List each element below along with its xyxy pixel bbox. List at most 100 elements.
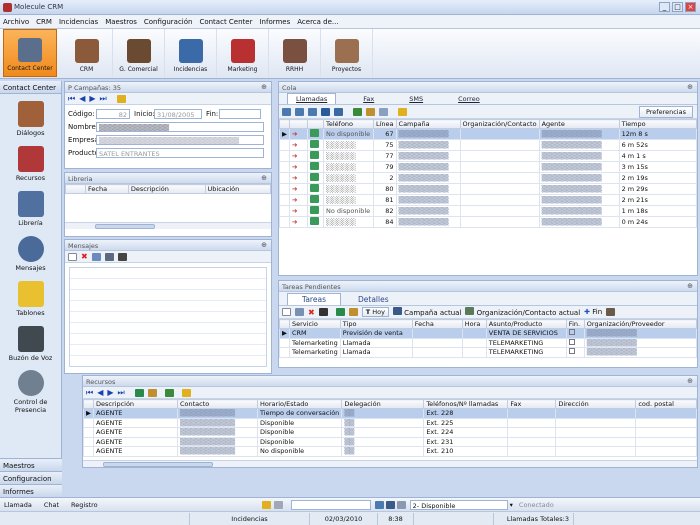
lock-icon[interactable] — [261, 500, 271, 509]
recurso-row[interactable]: AGENTE ▒▒▒▒▒▒▒▒▒▒▒ No disponible ▒▒ Ext.… — [83, 446, 697, 457]
col-direccion[interactable]: Dirección — [555, 399, 637, 409]
cola-row[interactable]: ➔ ░░░░░░ 75 ▒▒▒▒▒▒▒▒▒▒ ▒▒▒▒▒▒▒▒▒▒▒▒ 6 m … — [279, 139, 698, 151]
task-row[interactable]: ▶ CRM Previsión de venta VENTA DE SERVIC… — [279, 328, 698, 339]
nombre-field[interactable]: ▒▒▒▒▒▒▒▒▒▒▒▒▒▒ — [96, 121, 264, 132]
sidebar-footer-informes[interactable]: Informes — [0, 484, 62, 497]
minimize-button[interactable]: _ — [659, 2, 670, 12]
pin-icon[interactable]: ⊕ — [261, 241, 267, 249]
menu-acerca-de[interactable]: Acerca de... — [297, 18, 338, 26]
toolbar-marketing-button[interactable]: Marketing — [217, 29, 269, 77]
queue-icon-5[interactable] — [334, 107, 343, 116]
filter-icon[interactable] — [134, 388, 144, 397]
recurso-row[interactable]: AGENTE ▒▒▒▒▒▒▒▒▒▒▒ Disponible ▒▒ Ext. 22… — [83, 427, 697, 438]
key-icon[interactable] — [181, 388, 191, 397]
col-organizacion[interactable]: Organización/Contacto — [459, 119, 540, 129]
col-horario-estado[interactable]: Horario/Estado — [256, 399, 343, 409]
col-servicio[interactable]: Servicio — [289, 319, 341, 329]
col-cod-postal[interactable]: cod. postal — [635, 399, 697, 409]
menu-informes[interactable]: Informes — [259, 18, 290, 26]
dial-input[interactable] — [290, 499, 371, 510]
pin-icon[interactable]: ⊕ — [687, 282, 693, 290]
toolbar-incidencias-button[interactable]: Incidencias — [165, 29, 217, 77]
hoy-button[interactable]: T Hoy — [361, 307, 389, 317]
tab-tareas[interactable]: Tareas — [287, 293, 341, 305]
forward-icon[interactable] — [104, 252, 114, 261]
cola-row[interactable]: ➔ ░░░░░░ 80 ▒▒▒▒▒▒▒▒▒▒ ▒▒▒▒▒▒▒▒▒▒▒▒ 2 m … — [279, 183, 698, 195]
cola-row[interactable]: ➔ ░░░░░░ 77 ▒▒▒▒▒▒▒▒▒▒ ▒▒▒▒▒▒▒▒▒▒▒▒ 4 m … — [279, 150, 698, 162]
pin-icon[interactable]: ⊕ — [687, 83, 693, 91]
queue-icon-2[interactable] — [295, 107, 304, 116]
sidebar-footer-configuracion[interactable]: Configuracion — [0, 471, 62, 484]
task-row[interactable]: Telemarketing Llamada TELEMARKETING ▒▒▒▒… — [279, 347, 698, 358]
key-icon[interactable] — [116, 94, 126, 103]
prev-record-icon[interactable]: ◀ — [79, 94, 85, 103]
tab-fax[interactable]: Fax — [355, 94, 382, 104]
settings-icon[interactable] — [396, 500, 406, 509]
last-record-icon[interactable]: ⏭ — [100, 94, 107, 104]
fin-field[interactable] — [219, 108, 261, 119]
next-record-icon[interactable]: ▶ — [89, 94, 95, 103]
col-descripcion[interactable]: Descripción — [127, 184, 206, 194]
delete-icon[interactable]: ✖ — [308, 308, 315, 317]
estado-select[interactable]: 2- Disponible — [409, 499, 508, 510]
col-fecha[interactable]: Fecha — [85, 184, 129, 194]
cola-row[interactable]: ➔ ░░░░░░ 81 ▒▒▒▒▒▒▒▒▒▒ ▒▒▒▒▒▒▒▒▒▒▒▒ 2 m … — [279, 194, 698, 206]
toolbar-contact-center-button[interactable]: Contact Center — [3, 29, 57, 77]
col-contacto[interactable]: Contacto — [177, 399, 258, 409]
recurso-row[interactable]: AGENTE ▒▒▒▒▒▒▒▒▒▒▒ Disponible ▒▒ Ext. 22… — [83, 417, 697, 428]
menu-contact-center[interactable]: Contact Center — [199, 18, 252, 26]
transfer-icon[interactable] — [273, 500, 283, 509]
queue-icon-3[interactable] — [308, 107, 317, 116]
col-delegacion[interactable]: Delegación — [341, 399, 425, 409]
cola-row[interactable]: ➔ ░░░░░░ 2 ▒▒▒▒▒▒▒▒▒▒ ▒▒▒▒▒▒▒▒▒▒▒▒ 2 m 1… — [279, 172, 698, 184]
refresh-icon[interactable] — [164, 388, 174, 397]
cola-row[interactable]: ➔ ░░░░░░ 84 ▒▒▒▒▒▒▒▒▒▒ ▒▒▒▒▒▒▒▒▒▒▒▒ 0 m … — [279, 216, 698, 228]
sidebar-footer-maestros[interactable]: Maestros — [0, 458, 62, 471]
col-telefonos[interactable]: Teléfonos/Nº llamadas — [423, 399, 509, 409]
col-agente[interactable]: Agente — [538, 119, 620, 129]
more-icon[interactable] — [606, 308, 616, 316]
col-fax[interactable]: Fax — [507, 399, 557, 409]
col-hora[interactable]: Hora — [461, 319, 487, 329]
campana-actual-button[interactable]: Campaña actual — [392, 307, 461, 317]
hangup-icon[interactable] — [385, 500, 395, 509]
tab-llamadas[interactable]: Llamadas — [287, 93, 337, 104]
new-message-icon[interactable] — [68, 252, 77, 261]
menu-configuracion[interactable]: Configuración — [144, 18, 193, 26]
preferencias-button[interactable]: Preferencias — [638, 106, 693, 118]
sidebar-item-mensajes[interactable]: Mensajes — [0, 229, 61, 274]
filter-icon[interactable] — [335, 308, 345, 316]
queue-icon-4[interactable] — [321, 107, 330, 116]
toolbar-crm-button[interactable]: CRM — [61, 29, 113, 77]
next-record-icon[interactable]: ▶ — [107, 388, 113, 397]
chevron-down-icon[interactable]: ▾ — [510, 501, 513, 509]
toolbar-comercial-button[interactable]: G. Comercial — [113, 29, 165, 77]
col-asunto[interactable]: Asunto/Producto — [485, 319, 567, 329]
first-record-icon[interactable]: ⏮ — [68, 94, 75, 104]
col-ubicacion[interactable]: Ubicación — [204, 184, 272, 194]
col-fecha[interactable]: Fecha — [411, 319, 463, 329]
menu-crm[interactable]: CRM — [36, 18, 52, 26]
mensajes-list[interactable] — [69, 267, 267, 367]
codigo-field[interactable]: 82 — [96, 108, 130, 119]
tab-detalles[interactable]: Detalles — [344, 294, 403, 305]
refresh-icon[interactable] — [353, 107, 362, 116]
recurso-row[interactable]: AGENTE ▒▒▒▒▒▒▒▒▒▒▒ Disponible ▒▒ Ext. 23… — [83, 436, 697, 447]
cola-row[interactable]: ➔ No disponible 82 ▒▒▒▒▒▒▒▒▒▒ ▒▒▒▒▒▒▒▒▒▒… — [279, 205, 698, 217]
col-descripcion[interactable]: Descripción — [93, 399, 178, 409]
fin-checkbox[interactable] — [565, 328, 585, 339]
close-button[interactable]: × — [685, 2, 696, 12]
maximize-button[interactable]: □ — [672, 2, 683, 12]
sidebar-item-dialogos[interactable]: Diálogos — [0, 94, 61, 139]
fin-checkbox[interactable] — [565, 337, 585, 348]
col-fin[interactable]: Fin. — [565, 319, 585, 329]
print-icon[interactable] — [318, 308, 328, 316]
phone-icon[interactable] — [250, 501, 259, 509]
sort-icon[interactable] — [348, 308, 358, 316]
llamada-tab[interactable]: Llamada — [4, 501, 32, 509]
sidebar-item-libreria[interactable]: Librería — [0, 184, 61, 229]
col-linea[interactable]: Línea — [373, 119, 397, 129]
col-tiempo[interactable]: Tiempo — [618, 119, 698, 129]
chat-tab[interactable]: Chat — [44, 501, 59, 509]
edit-task-icon[interactable] — [295, 308, 304, 316]
